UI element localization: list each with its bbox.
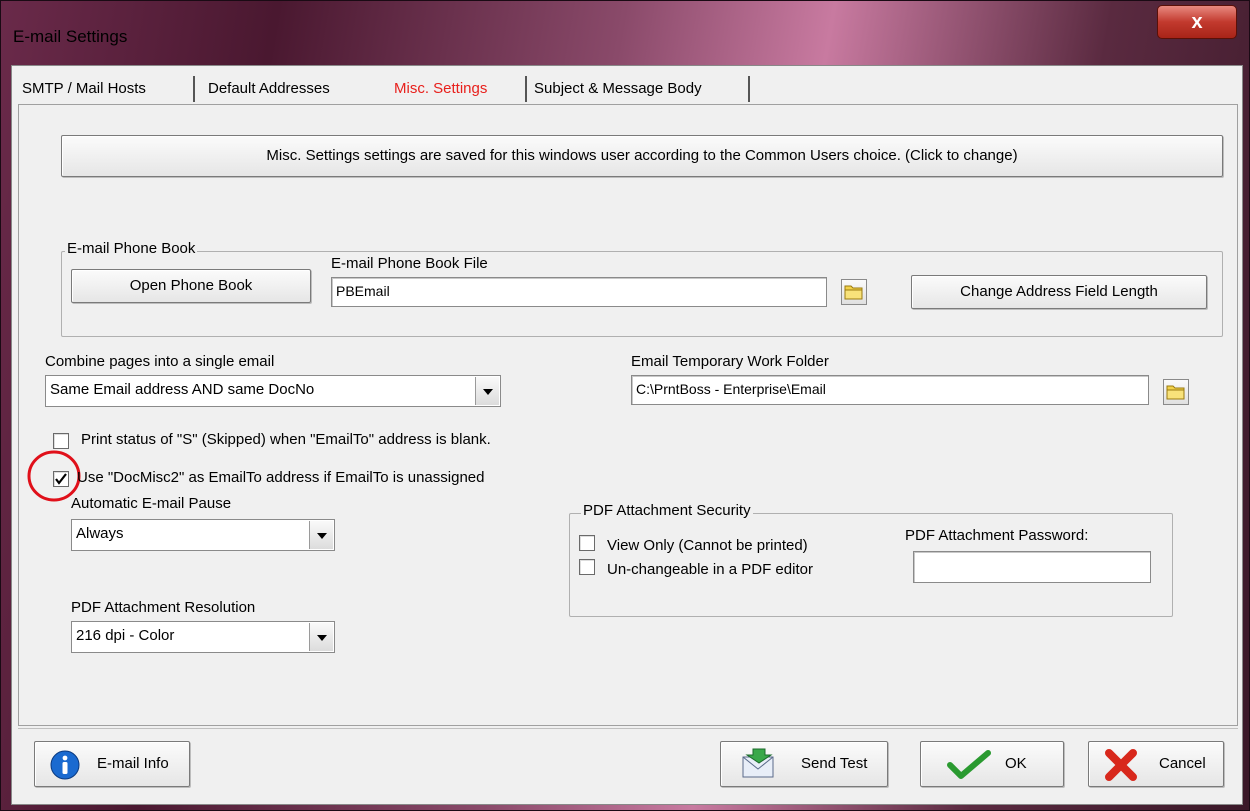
tab-separator (525, 76, 527, 102)
tab-misc-settings[interactable]: Misc. Settings (388, 74, 493, 104)
combine-pages-value: Same Email address AND same DocNo (50, 381, 315, 398)
view-only-label: View Only (Cannot be printed) (607, 537, 808, 554)
misc-settings-panel: Misc. Settings settings are saved for th… (18, 104, 1238, 726)
pdf-resolution-label: PDF Attachment Resolution (71, 599, 256, 616)
pdf-password-input[interactable] (913, 551, 1151, 583)
open-phone-book-button[interactable]: Open Phone Book (71, 269, 311, 303)
tab-smtp-mail-hosts[interactable]: SMTP / Mail Hosts (16, 74, 152, 104)
chevron-down-icon[interactable] (309, 623, 333, 651)
change-address-field-length-button[interactable]: Change Address Field Length (911, 275, 1207, 309)
tab-separator (748, 76, 750, 102)
tab-default-addresses[interactable]: Default Addresses (202, 74, 336, 104)
tab-separator (193, 76, 195, 102)
ok-button[interactable]: OK (920, 741, 1064, 787)
folder-icon (1166, 385, 1185, 400)
print-status-label: Print status of "S" (Skipped) when "Emai… (81, 431, 491, 448)
cancel-x-icon (1105, 749, 1137, 781)
common-users-choice-button[interactable]: Misc. Settings settings are saved for th… (61, 135, 1223, 177)
window-title: E-mail Settings (13, 27, 128, 46)
browse-temp-folder-button[interactable] (1163, 379, 1189, 405)
browse-phone-book-folder-button[interactable] (841, 279, 867, 305)
ok-label: OK (1005, 755, 1027, 772)
close-button[interactable]: x (1157, 5, 1237, 39)
email-pause-label: Automatic E-mail Pause (71, 495, 232, 512)
phone-book-file-label: E-mail Phone Book File (331, 255, 488, 272)
email-info-button[interactable]: E-mail Info (34, 741, 190, 787)
checkmark-icon (947, 750, 991, 779)
cancel-button[interactable]: Cancel (1088, 741, 1224, 787)
chevron-down-icon[interactable] (475, 377, 499, 405)
temp-folder-input[interactable]: C:\PrntBoss - Enterprise\Email (631, 375, 1149, 405)
pdf-security-group-label: PDF Attachment Security (581, 502, 753, 519)
use-docmisc2-label: Use "DocMisc2" as EmailTo address if Ema… (77, 469, 485, 486)
temp-folder-label: Email Temporary Work Folder (631, 353, 829, 370)
send-mail-icon (742, 748, 774, 778)
send-test-label: Send Test (801, 755, 868, 772)
dialog-client-area: SMTP / Mail Hosts Default Addresses Misc… (11, 65, 1243, 805)
tab-strip: SMTP / Mail Hosts Default Addresses Misc… (12, 66, 1244, 106)
info-icon (50, 750, 80, 780)
combine-pages-label: Combine pages into a single email (45, 353, 275, 370)
folder-icon (844, 285, 863, 300)
unchangeable-label: Un-changeable in a PDF editor (607, 561, 813, 578)
send-test-button[interactable]: Send Test (720, 741, 888, 787)
pdf-password-label: PDF Attachment Password: (905, 527, 1089, 544)
email-settings-window: E-mail Settings x SMTP / Mail Hosts Defa… (0, 0, 1250, 811)
view-only-checkbox[interactable] (579, 535, 595, 551)
email-pause-value: Always (76, 525, 124, 542)
unchangeable-checkbox[interactable] (579, 559, 595, 575)
pdf-resolution-dropdown[interactable]: 216 dpi - Color (71, 621, 335, 653)
email-pause-dropdown[interactable]: Always (71, 519, 335, 551)
phone-book-group-label: E-mail Phone Book (65, 240, 198, 257)
phone-book-file-input[interactable]: PBEmail (331, 277, 827, 307)
title-bar[interactable]: E-mail Settings x (1, 1, 1250, 65)
pdf-resolution-value: 216 dpi - Color (76, 627, 175, 644)
email-info-label: E-mail Info (97, 755, 169, 772)
tab-subject-message-body[interactable]: Subject & Message Body (528, 74, 746, 104)
combine-pages-dropdown[interactable]: Same Email address AND same DocNo (45, 375, 501, 407)
button-bar: E-mail Info Send Test OK Cancel (18, 728, 1238, 800)
chevron-down-icon[interactable] (309, 521, 333, 549)
cancel-label: Cancel (1159, 755, 1206, 772)
